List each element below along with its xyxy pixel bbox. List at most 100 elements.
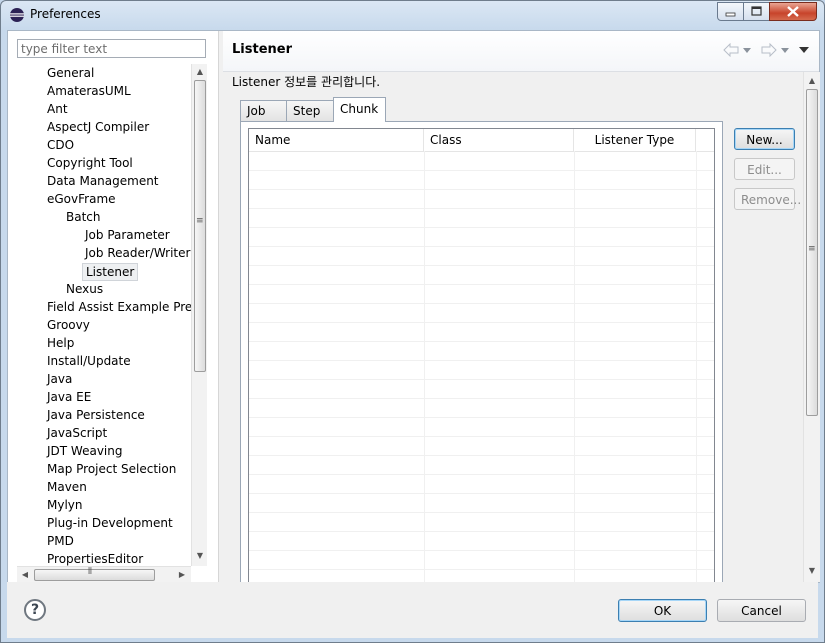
tree-item[interactable]: AspectJ Compiler xyxy=(44,118,152,136)
tree-item[interactable]: Map Project Selection xyxy=(44,460,179,478)
grip-icon: ⦀ xyxy=(88,567,92,577)
tab-label: Step xyxy=(293,104,321,118)
table-row[interactable] xyxy=(249,436,714,437)
tree-item[interactable]: JDT Weaving xyxy=(44,442,125,460)
column-header-class[interactable]: Class xyxy=(424,129,574,151)
tree-item[interactable]: Copyright Tool xyxy=(44,154,136,172)
scroll-down-arrow-icon[interactable]: ▼ xyxy=(195,551,205,561)
column-divider xyxy=(696,151,697,587)
table-row[interactable] xyxy=(249,246,714,247)
table-row[interactable] xyxy=(249,341,714,342)
tree-item[interactable]: AmaterasUML xyxy=(44,82,134,100)
new-button[interactable]: New... xyxy=(734,128,795,150)
scroll-left-arrow-icon[interactable]: ◀ xyxy=(20,570,30,580)
arrow-left-icon[interactable] xyxy=(723,43,739,57)
tree-horizontal-scrollbar[interactable]: ◀ ⦀ ▶ xyxy=(17,566,191,582)
filter-input[interactable] xyxy=(17,39,206,58)
tree-item[interactable]: Help xyxy=(44,334,77,352)
page-vertical-scrollbar[interactable]: ▲ ≡ ▼ xyxy=(803,72,820,582)
grip-icon: ≡ xyxy=(808,244,816,254)
remove-button[interactable]: Remove... xyxy=(734,188,801,210)
tree-item[interactable]: eGovFrame xyxy=(44,190,119,208)
tree-item[interactable]: Groovy xyxy=(44,316,93,334)
tree-item[interactable]: Maven xyxy=(44,478,90,496)
tree-item[interactable]: CDO xyxy=(44,136,77,154)
page-header: Listener xyxy=(223,31,819,72)
arrow-right-icon[interactable] xyxy=(761,43,777,57)
tree-item[interactable]: Install/Update xyxy=(44,352,134,370)
column-header-listener-type[interactable]: Listener Type xyxy=(574,129,696,151)
tree-vertical-scrollbar[interactable]: ▲ ≡ ▼ xyxy=(191,64,207,566)
tree-item[interactable]: Batch xyxy=(63,208,104,226)
table-row[interactable] xyxy=(249,303,714,304)
table-row[interactable] xyxy=(249,493,714,494)
column-header-filler xyxy=(696,129,714,151)
view-menu-icon[interactable] xyxy=(799,47,809,53)
minimize-button[interactable] xyxy=(717,2,744,21)
table-row[interactable] xyxy=(249,474,714,475)
maximize-button[interactable] xyxy=(743,2,770,21)
help-icon[interactable]: ? xyxy=(24,599,46,621)
maximize-icon xyxy=(751,6,762,16)
triangle-down-icon[interactable] xyxy=(781,48,789,53)
tree-item[interactable]: PMD xyxy=(44,532,77,550)
column-divider xyxy=(574,151,575,587)
column-header-name[interactable]: Name xyxy=(249,129,424,151)
tab-job[interactable]: Job xyxy=(240,100,287,121)
grip-icon: ≡ xyxy=(196,216,204,226)
table-row[interactable] xyxy=(249,550,714,551)
table-row[interactable] xyxy=(249,322,714,323)
listener-table[interactable]: Name Class Listener Type xyxy=(248,128,715,588)
preference-tree: General AmaterasUML Ant AspectJ Compiler CDO… xyxy=(17,64,207,582)
table-row[interactable] xyxy=(249,512,714,513)
table-row[interactable] xyxy=(249,379,714,380)
tree-item[interactable]: Nexus xyxy=(63,280,106,298)
table-row[interactable] xyxy=(249,265,714,266)
tab-step[interactable]: Step xyxy=(286,100,334,121)
table-row[interactable] xyxy=(249,227,714,228)
table-row[interactable] xyxy=(249,170,714,171)
cancel-button[interactable]: Cancel xyxy=(717,599,806,622)
tree-item[interactable]: Java xyxy=(44,370,75,388)
tree-item[interactable]: Java EE xyxy=(44,388,94,406)
table-row[interactable] xyxy=(249,189,714,190)
table-row[interactable] xyxy=(249,417,714,418)
tree-item[interactable]: General xyxy=(44,64,97,82)
tree-item[interactable]: Job Parameter xyxy=(82,226,173,244)
ok-button[interactable]: OK xyxy=(618,599,707,622)
close-button[interactable] xyxy=(769,2,817,21)
tree-items: General AmaterasUML Ant AspectJ Compiler CDO… xyxy=(17,64,191,566)
tree-item[interactable]: Listener xyxy=(82,263,139,281)
table-row[interactable] xyxy=(249,455,714,456)
table-row[interactable] xyxy=(249,398,714,399)
dialog-footer: ? OK Cancel xyxy=(7,582,818,638)
tree-item[interactable]: PropertiesEditor xyxy=(44,550,146,566)
page-title: Listener xyxy=(232,42,292,57)
tree-item[interactable]: Mylyn xyxy=(44,496,86,514)
tree-item[interactable]: Java Persistence xyxy=(44,406,148,424)
tab-chunk[interactable]: Chunk xyxy=(333,97,386,122)
tree-item[interactable]: Field Assist Example Preferences xyxy=(44,298,191,316)
tree-item[interactable]: Ant xyxy=(44,100,71,118)
table-row[interactable] xyxy=(249,360,714,361)
tree-item[interactable]: JavaScript xyxy=(44,424,110,442)
table-row[interactable] xyxy=(249,208,714,209)
table-header: Name Class Listener Type xyxy=(249,129,714,152)
tree-hscroll-thumb[interactable] xyxy=(34,569,155,581)
minimize-icon xyxy=(725,12,736,17)
tree-item[interactable]: Data Management xyxy=(44,172,162,190)
scroll-right-arrow-icon[interactable]: ▶ xyxy=(177,570,187,580)
tab-panel: Name Class Listener Type xyxy=(240,121,723,591)
triangle-down-icon[interactable] xyxy=(743,48,751,53)
tree-item[interactable]: Job Reader/Writer xyxy=(82,244,191,262)
tree-item[interactable]: Plug-in Development xyxy=(44,514,176,532)
table-row[interactable] xyxy=(249,569,714,570)
scroll-up-arrow-icon[interactable]: ▲ xyxy=(195,67,205,77)
scroll-up-arrow-icon[interactable]: ▲ xyxy=(807,76,817,86)
close-icon xyxy=(787,6,799,17)
scroll-down-arrow-icon[interactable]: ▼ xyxy=(807,566,817,576)
tree-vscroll-thumb[interactable] xyxy=(194,80,206,372)
table-row[interactable] xyxy=(249,284,714,285)
edit-button[interactable]: Edit... xyxy=(734,158,795,180)
table-row[interactable] xyxy=(249,531,714,532)
